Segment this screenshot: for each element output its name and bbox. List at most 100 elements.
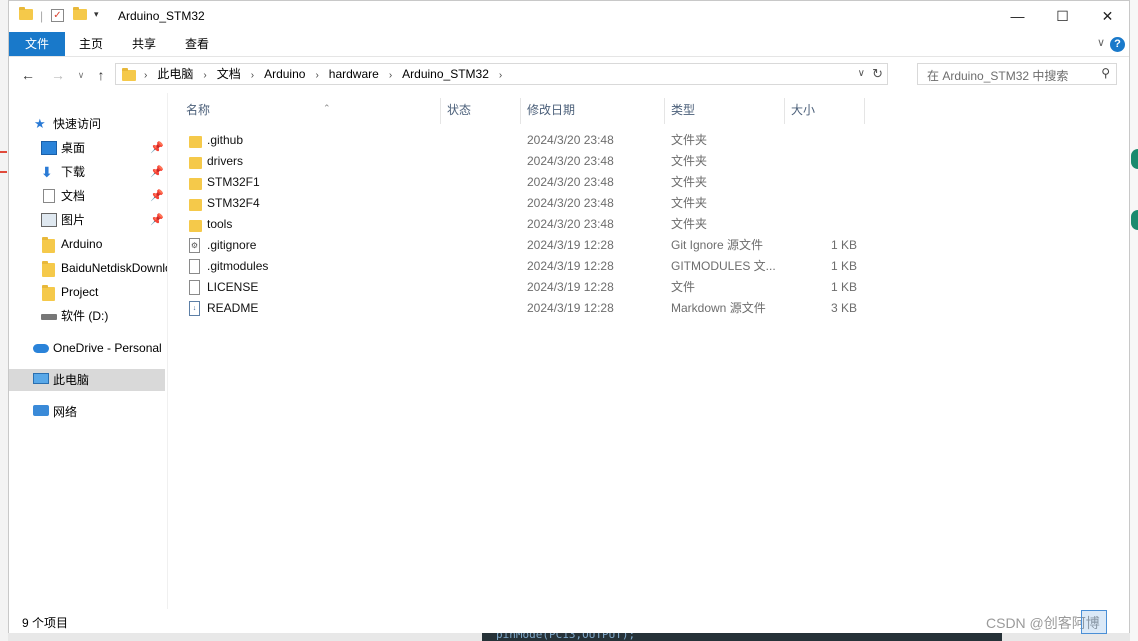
- table-row[interactable]: drivers 2024/3/20 23:48 文件夹: [168, 151, 868, 172]
- sidebar-item-network[interactable]: 网络: [9, 401, 167, 423]
- breadcrumb-separator-icon[interactable]: ›: [140, 66, 151, 86]
- pin-icon[interactable]: 📌: [150, 161, 164, 183]
- file-name: tools: [207, 217, 233, 231]
- column-header-type[interactable]: 类型: [671, 98, 695, 122]
- table-row[interactable]: STM32F1 2024/3/20 23:48 文件夹: [168, 172, 868, 193]
- sidebar-item-label: 文档: [61, 189, 86, 203]
- pin-icon[interactable]: 📌: [150, 137, 164, 159]
- breadcrumb-arduino[interactable]: Arduino: [258, 64, 311, 84]
- breadcrumb-documents[interactable]: 文档: [211, 64, 247, 84]
- close-button[interactable]: ✕: [1085, 1, 1130, 32]
- table-row[interactable]: ↓ README 2024/3/19 12:28 Markdown 源文件 3 …: [168, 298, 868, 319]
- help-button[interactable]: ?: [1110, 37, 1125, 52]
- column-separator[interactable]: [664, 98, 665, 124]
- address-bar[interactable]: › 此电脑 › 文档 › Arduino › hardware › Arduino_STM32 › …: [115, 63, 888, 85]
- column-header-label: 名称: [186, 103, 211, 117]
- sort-ascending-icon: ⌃: [323, 103, 331, 113]
- up-button[interactable]: ↑: [91, 65, 111, 85]
- breadcrumb-separator-icon[interactable]: ›: [311, 66, 322, 86]
- file-type: 文件夹: [671, 154, 708, 168]
- folder-icon: [189, 220, 202, 232]
- folder-icon: [189, 178, 202, 190]
- file-type: 文件夹: [671, 133, 708, 147]
- sidebar-item-label: 桌面: [61, 141, 86, 155]
- column-header-size[interactable]: 大小: [791, 98, 815, 122]
- search-icon[interactable]: ⚲: [1101, 66, 1110, 80]
- breadcrumb-separator-icon[interactable]: ›: [199, 66, 210, 86]
- sidebar-item-downloads[interactable]: ⬇ 下载 📌: [9, 161, 167, 183]
- tab-view[interactable]: 查看: [177, 32, 217, 56]
- file-size: 1 KB: [830, 238, 857, 252]
- sidebar-item-label: 图片: [61, 213, 86, 227]
- file-modified: 2024/3/20 23:48: [527, 196, 614, 210]
- file-size: 1 KB: [830, 259, 857, 273]
- navigation-bar: ← → ∨ ↑ › 此电脑 › 文档 › Arduino › hardware › Arduino…: [9, 57, 1129, 93]
- file-name: drivers: [207, 154, 244, 168]
- sidebar-item-project[interactable]: Project: [9, 281, 167, 303]
- sidebar-item-baidunetdisk[interactable]: BaiduNetdiskDownload: [9, 257, 167, 279]
- desktop-icon: [41, 141, 57, 155]
- breadcrumb-arduino-stm32[interactable]: Arduino_STM32: [396, 64, 495, 84]
- folder-icon: [189, 136, 202, 148]
- new-folder-icon[interactable]: [73, 7, 87, 25]
- document-icon: [43, 189, 55, 203]
- breadcrumb-hardware[interactable]: hardware: [323, 64, 385, 84]
- minimize-button[interactable]: —: [995, 1, 1040, 32]
- breadcrumb-separator-icon[interactable]: ›: [385, 66, 396, 86]
- network-icon: [33, 405, 49, 416]
- refresh-icon[interactable]: ↻: [872, 64, 883, 84]
- column-header-modified[interactable]: 修改日期: [527, 98, 575, 122]
- drive-icon: [41, 314, 57, 320]
- properties-icon[interactable]: ✓: [51, 9, 64, 22]
- column-header-name[interactable]: 名称 ⌃: [186, 98, 331, 122]
- column-separator[interactable]: [520, 98, 521, 124]
- breadcrumb-this-pc[interactable]: 此电脑: [151, 64, 199, 84]
- sidebar-item-drive-d[interactable]: 软件 (D:): [9, 305, 167, 327]
- column-separator[interactable]: [440, 98, 441, 124]
- file-name: .gitignore: [207, 238, 257, 252]
- ribbon-expand-chevron-icon[interactable]: ∨: [1097, 36, 1105, 49]
- table-row[interactable]: STM32F4 2024/3/20 23:48 文件夹: [168, 193, 868, 214]
- recent-locations-chevron-icon[interactable]: ∨: [71, 65, 91, 85]
- window-folder-icon: [19, 7, 33, 25]
- table-row[interactable]: ⚙ .gitignore 2024/3/19 12:28 Git Ignore …: [168, 235, 868, 256]
- forward-button[interactable]: →: [48, 65, 68, 85]
- sidebar-item-pictures[interactable]: 图片 📌: [9, 209, 167, 231]
- sidebar-item-label: 下载: [61, 165, 86, 179]
- file-type: GITMODULES 文...: [671, 259, 776, 273]
- column-header-status[interactable]: 状态: [447, 98, 471, 122]
- pin-icon[interactable]: 📌: [150, 209, 164, 231]
- sidebar-item-onedrive[interactable]: OneDrive - Personal: [9, 337, 167, 359]
- tab-file[interactable]: 文件: [9, 32, 65, 56]
- sidebar-item-documents[interactable]: 文档 📌: [9, 185, 167, 207]
- column-separator[interactable]: [864, 98, 865, 124]
- search-box[interactable]: 在 Arduino_STM32 中搜索 ⚲: [917, 63, 1117, 85]
- tab-home[interactable]: 主页: [71, 32, 111, 56]
- pin-icon[interactable]: 📌: [150, 185, 164, 207]
- maximize-button[interactable]: ☐: [1040, 1, 1085, 32]
- table-row[interactable]: .gitmodules 2024/3/19 12:28 GITMODULES 文…: [168, 256, 868, 277]
- sidebar-item-label: OneDrive - Personal: [53, 341, 162, 355]
- table-row[interactable]: LICENSE 2024/3/19 12:28 文件 1 KB: [168, 277, 868, 298]
- sidebar-item-arduino[interactable]: Arduino: [9, 233, 167, 255]
- file-explorer-window: | ✓ ▾ Arduino_STM32 — ☐ ✕ 文件 主页 共享 查看 ∨ …: [8, 0, 1130, 633]
- address-dropdown-chevron-icon[interactable]: ∨: [858, 64, 865, 84]
- sidebar-item-quick-access[interactable]: ★ 快速访问: [9, 113, 167, 135]
- column-separator[interactable]: [784, 98, 785, 124]
- table-row[interactable]: .github 2024/3/20 23:48 文件夹: [168, 130, 868, 151]
- back-button[interactable]: ←: [18, 65, 38, 85]
- onedrive-icon: [33, 344, 49, 353]
- file-modified: 2024/3/19 12:28: [527, 280, 614, 294]
- tab-share[interactable]: 共享: [124, 32, 164, 56]
- sidebar-item-desktop[interactable]: 桌面 📌: [9, 137, 167, 159]
- breadcrumb-separator-icon[interactable]: ›: [495, 66, 506, 86]
- file-modified: 2024/3/20 23:48: [527, 154, 614, 168]
- sidebar-item-label: 网络: [53, 405, 78, 419]
- file-size: 3 KB: [830, 301, 857, 315]
- file-icon: [189, 259, 200, 274]
- customize-toolbar-icon[interactable]: ▾: [94, 9, 99, 25]
- sidebar-item-label: BaiduNetdiskDownload: [61, 261, 167, 275]
- breadcrumb-separator-icon[interactable]: ›: [247, 66, 258, 86]
- table-row[interactable]: tools 2024/3/20 23:48 文件夹: [168, 214, 868, 235]
- sidebar-item-this-pc[interactable]: 此电脑: [9, 369, 165, 391]
